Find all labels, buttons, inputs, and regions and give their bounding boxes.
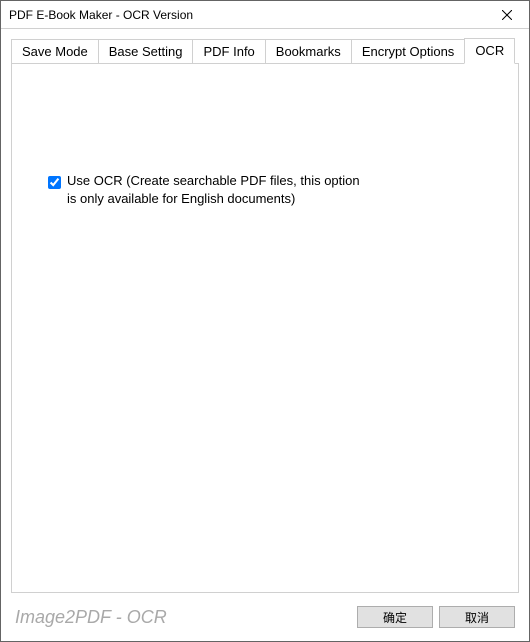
cancel-button[interactable]: 取消: [439, 606, 515, 628]
close-button[interactable]: [485, 1, 529, 28]
tab-base-setting[interactable]: Base Setting: [98, 39, 194, 63]
use-ocr-checkbox[interactable]: [48, 176, 61, 189]
footer: Image2PDF - OCR 确定 取消: [1, 601, 529, 641]
tabstrip: Save Mode Base Setting PDF Info Bookmark…: [1, 29, 529, 63]
titlebar: PDF E-Book Maker - OCR Version: [1, 1, 529, 29]
window-title: PDF E-Book Maker - OCR Version: [9, 8, 193, 22]
footer-brand: Image2PDF - OCR: [15, 607, 351, 628]
tab-content-ocr: Use OCR (Create searchable PDF files, th…: [11, 63, 519, 593]
tab-save-mode[interactable]: Save Mode: [11, 39, 99, 63]
use-ocr-option: Use OCR (Create searchable PDF files, th…: [48, 172, 367, 208]
ok-button[interactable]: 确定: [357, 606, 433, 628]
tab-encrypt-options[interactable]: Encrypt Options: [351, 39, 466, 63]
tab-pdf-info[interactable]: PDF Info: [192, 39, 265, 63]
tab-ocr[interactable]: OCR: [464, 38, 515, 64]
close-icon: [502, 10, 512, 20]
tab-bookmarks[interactable]: Bookmarks: [265, 39, 352, 63]
use-ocr-label[interactable]: Use OCR (Create searchable PDF files, th…: [67, 172, 367, 208]
